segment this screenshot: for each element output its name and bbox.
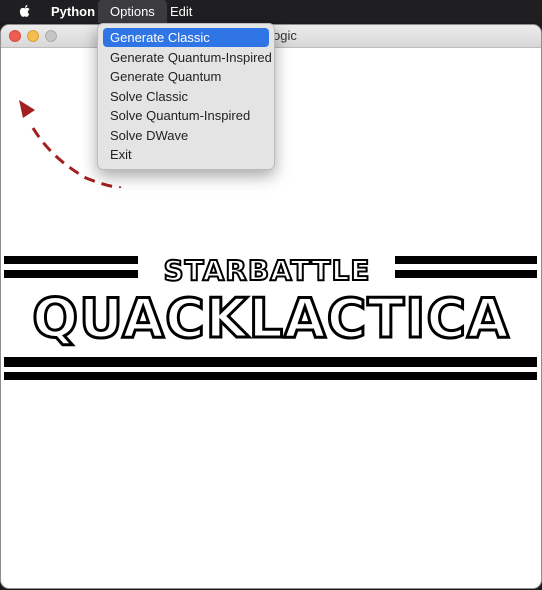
logo-stripe bbox=[4, 372, 537, 380]
logo-title-starbattle: STARBATTLE bbox=[163, 254, 371, 287]
logo-stripe bbox=[4, 256, 138, 264]
menu-item-generate-classic[interactable]: Generate Classic bbox=[103, 28, 269, 47]
logo-stripe bbox=[4, 270, 138, 278]
logo-stripe bbox=[395, 270, 537, 278]
menu-python[interactable]: Python bbox=[51, 0, 95, 23]
menu-item-solve-dwave[interactable]: Solve DWave bbox=[103, 126, 269, 145]
starbattle-quacklactica-logo: STARBATTLE QUACKLACTICA bbox=[1, 230, 541, 410]
options-dropdown-menu: Generate Classic Generate Quantum-Inspir… bbox=[97, 23, 275, 170]
menu-edit[interactable]: Edit bbox=[170, 0, 192, 23]
menu-item-generate-quantum[interactable]: Generate Quantum bbox=[103, 67, 269, 86]
minimize-window-button[interactable] bbox=[27, 30, 39, 42]
logo-title-quacklactica: QUACKLACTICA bbox=[31, 287, 511, 350]
logo-stripe bbox=[395, 256, 537, 264]
close-window-button[interactable] bbox=[9, 30, 21, 42]
menu-item-solve-quantum-inspired[interactable]: Solve Quantum-Inspired bbox=[103, 106, 269, 125]
menu-item-solve-classic[interactable]: Solve Classic bbox=[103, 87, 269, 106]
zoom-window-button[interactable] bbox=[45, 30, 57, 42]
menu-bar: Python Options Edit bbox=[0, 0, 542, 23]
menu-item-generate-quantum-inspired[interactable]: Generate Quantum-Inspired bbox=[103, 48, 272, 67]
apple-logo-icon[interactable] bbox=[17, 3, 33, 19]
menu-item-exit[interactable]: Exit bbox=[103, 145, 269, 164]
menu-options[interactable]: Options bbox=[98, 0, 167, 23]
window-title: ogic bbox=[273, 28, 297, 43]
logo-stripe bbox=[4, 357, 537, 367]
